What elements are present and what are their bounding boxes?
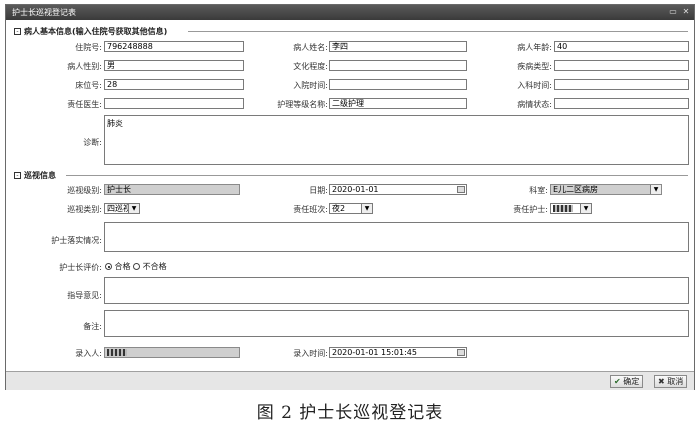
- radio-pass[interactable]: [105, 263, 112, 270]
- patrol-level-input[interactable]: 护士长: [104, 184, 240, 195]
- figure-caption: 图 2 护士长巡视登记表: [256, 403, 444, 423]
- condition-input[interactable]: [554, 98, 689, 109]
- patient-name-input[interactable]: 李四: [329, 41, 467, 52]
- date-value: 2020-01-01: [332, 185, 379, 194]
- admit-time-input[interactable]: [329, 79, 467, 90]
- date-picker[interactable]: 2020-01-01: [329, 184, 467, 195]
- button-bar: ✔ 确定 ✖ 取消: [6, 371, 694, 390]
- patrol-category-label: 巡视类别:: [67, 205, 102, 214]
- disease-type-label: 疾病类型:: [517, 62, 552, 71]
- admission-no-input[interactable]: 796248888: [104, 41, 244, 52]
- confirm-label: 确定: [623, 377, 640, 386]
- guidance-textarea[interactable]: [104, 277, 689, 304]
- redacted-name: [107, 349, 127, 356]
- check-icon: ✔: [614, 377, 621, 386]
- entered-by-input[interactable]: [104, 347, 240, 358]
- care-level-input[interactable]: 二级护理: [329, 98, 467, 109]
- patrol-section-header[interactable]: - 巡视信息: [14, 170, 56, 181]
- title-bar[interactable]: 护士长巡视登记表 ▭ ✕: [6, 5, 694, 20]
- calendar-icon[interactable]: [457, 349, 465, 356]
- chevron-down-icon[interactable]: ▼: [580, 204, 591, 213]
- radio-fail-label[interactable]: 不合格: [143, 262, 167, 271]
- education-label: 文化程度:: [293, 62, 328, 71]
- education-input[interactable]: [329, 60, 467, 71]
- chevron-down-icon[interactable]: ▼: [361, 204, 372, 213]
- cancel-button[interactable]: ✖ 取消: [654, 375, 688, 388]
- remarks-textarea[interactable]: [104, 310, 689, 337]
- patient-age-label: 病人年龄:: [517, 43, 552, 52]
- redacted-name: [553, 205, 573, 212]
- disease-type-input[interactable]: [554, 60, 689, 71]
- gender-input[interactable]: 男: [104, 60, 244, 71]
- shift-label: 责任班次:: [293, 205, 328, 214]
- guidance-label: 指导意见:: [67, 291, 102, 300]
- dialog-window: 护士长巡视登记表 ▭ ✕ - 病人基本信息(输入住院号获取其他信息) 住院号: …: [5, 4, 695, 390]
- entry-time-value: 2020-01-01 15:01:45: [332, 348, 417, 357]
- close-icon[interactable]: ✕: [681, 7, 691, 17]
- chevron-down-icon[interactable]: ▼: [650, 185, 661, 194]
- department-label: 科室:: [529, 186, 548, 195]
- patient-name-label: 病人姓名:: [293, 43, 328, 52]
- diagnosis-textarea[interactable]: 肺炎: [104, 115, 689, 165]
- doctor-input[interactable]: [104, 98, 244, 109]
- shift-value: 夜2: [332, 204, 346, 213]
- condition-label: 病情状态:: [517, 100, 552, 109]
- evaluation-radio-group: 合格 不合格: [105, 261, 167, 272]
- doctor-label: 责任医生:: [67, 100, 102, 109]
- cancel-label: 取消: [667, 377, 684, 386]
- shift-select[interactable]: 夜2 ▼: [329, 203, 373, 214]
- entry-time-label: 录入时间:: [293, 349, 328, 358]
- gender-label: 病人性别:: [67, 62, 102, 71]
- admission-no-label: 住院号:: [75, 43, 102, 52]
- patrol-level-label: 巡视级别:: [67, 186, 102, 195]
- implementation-label: 护士落实情况:: [51, 236, 102, 245]
- evaluation-label: 护士长评价:: [59, 263, 102, 272]
- patient-section-header[interactable]: - 病人基本信息(输入住院号获取其他信息): [14, 26, 167, 37]
- bed-no-label: 床位号:: [75, 81, 102, 90]
- department-value: E儿二区病房: [553, 185, 599, 194]
- minimize-icon[interactable]: ▭: [668, 7, 678, 17]
- confirm-button[interactable]: ✔ 确定: [610, 375, 644, 388]
- section-divider: [188, 31, 688, 32]
- patient-section-title: 病人基本信息(输入住院号获取其他信息): [24, 27, 168, 36]
- bed-no-input[interactable]: 28: [104, 79, 244, 90]
- window-title: 护士长巡视登记表: [12, 8, 76, 17]
- radio-pass-label[interactable]: 合格: [115, 262, 131, 271]
- nurse-label: 责任护士:: [513, 205, 548, 214]
- patrol-section-title: 巡视信息: [24, 171, 56, 180]
- collapse-icon[interactable]: -: [14, 172, 21, 179]
- department-select[interactable]: E儿二区病房 ▼: [550, 184, 662, 195]
- remarks-label: 备注:: [83, 322, 102, 331]
- entry-time-picker[interactable]: 2020-01-01 15:01:45: [329, 347, 467, 358]
- implementation-textarea[interactable]: [104, 222, 689, 252]
- patient-age-input[interactable]: 40: [554, 41, 689, 52]
- nurse-select[interactable]: ▼: [550, 203, 592, 214]
- section-divider: [66, 175, 688, 176]
- diagnosis-label: 诊断:: [83, 138, 102, 147]
- date-label: 日期:: [309, 186, 328, 195]
- care-level-label: 护理等级名称:: [277, 100, 328, 109]
- patrol-category-select[interactable]: 四巡视 ▼: [104, 203, 140, 214]
- dept-admit-time-label: 入科时间:: [517, 81, 552, 90]
- chevron-down-icon[interactable]: ▼: [128, 204, 139, 213]
- radio-fail[interactable]: [133, 263, 141, 270]
- admit-time-label: 入院时间:: [293, 81, 328, 90]
- dept-admit-time-input[interactable]: [554, 79, 689, 90]
- calendar-icon[interactable]: [457, 186, 465, 193]
- collapse-icon[interactable]: -: [14, 28, 21, 35]
- entered-by-label: 录入人:: [75, 349, 102, 358]
- cross-icon: ✖: [658, 377, 665, 386]
